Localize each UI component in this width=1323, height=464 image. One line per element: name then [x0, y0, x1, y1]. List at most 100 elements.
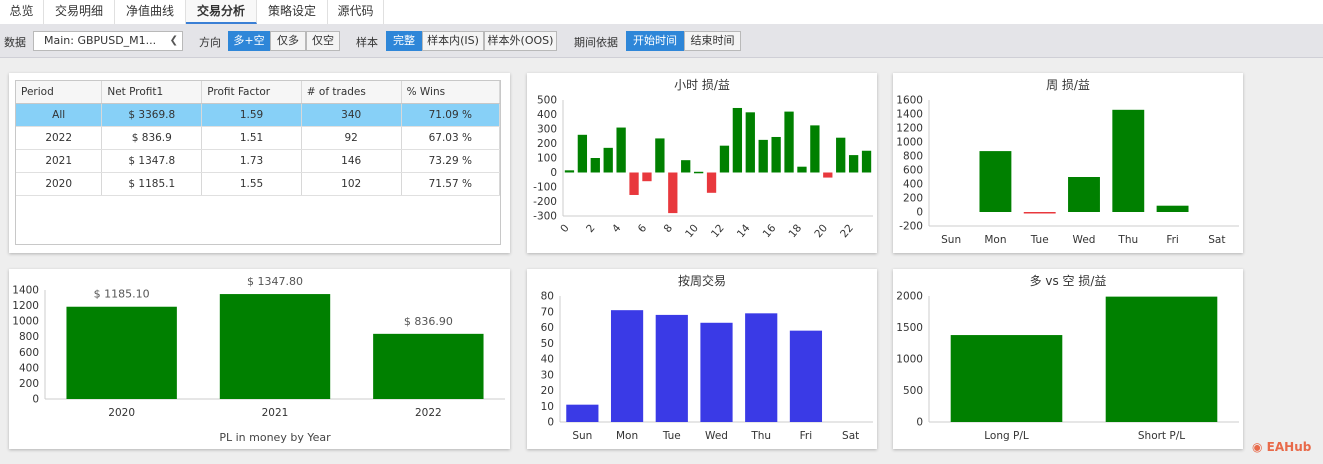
y-tick-label: 400: [19, 362, 39, 374]
table-cell: 1.51: [201, 126, 302, 150]
stats-header-cell[interactable]: Profit Factor: [201, 81, 302, 104]
x-tick-label: 14: [735, 222, 753, 240]
x-tick-label: 6: [636, 222, 650, 235]
chart-bar: [848, 155, 859, 173]
chart-title: 按周交易: [678, 273, 726, 288]
direction-both-button[interactable]: 多+空: [228, 31, 270, 51]
y-tick-label: -100: [533, 182, 557, 194]
chart-bar: [642, 172, 652, 182]
chart-bar: [66, 306, 177, 399]
chart-bar: [681, 160, 691, 173]
chart-bar: [979, 151, 1012, 212]
eahub-watermark: ◉ EAHub: [1252, 440, 1311, 454]
x-tick-label: 16: [761, 222, 779, 240]
y-tick-label: 200: [537, 138, 557, 150]
stats-table: Period Net Profit1 Profit Factor # of trade…: [15, 80, 501, 245]
y-tick-label: 600: [903, 165, 923, 177]
chart-title: 多 vs 空 损/益: [1030, 274, 1107, 288]
stats-header-cell[interactable]: % Wins: [401, 81, 501, 104]
stats-header-cell[interactable]: Net Profit1: [101, 81, 203, 104]
chart-bar: [745, 112, 755, 173]
table-row[interactable]: All $ 3369.8 1.59 340 71.09 %: [16, 103, 501, 127]
direction-long-button[interactable]: 仅多: [270, 31, 306, 51]
y-tick-label: 80: [541, 291, 554, 303]
weekly-pl-chart: 周 损/益 1600 1400 1200 1000 800 600 400 200 0 -200 Su…: [896, 78, 1239, 246]
x-tick-label: 22: [838, 222, 856, 240]
chart-title: PL in money by Year: [219, 431, 331, 444]
x-tick-label: Wed: [1073, 234, 1096, 246]
y-tick-label: 0: [550, 167, 557, 179]
chart-bar: [590, 158, 600, 173]
chart-bar: [603, 147, 613, 173]
chart-bar: [797, 166, 807, 173]
tab-1[interactable]: 交易明细: [44, 0, 115, 24]
y-tick-label: 70: [541, 306, 554, 318]
stats-header-cell[interactable]: Period: [16, 81, 103, 104]
table-cell: 67.03 %: [401, 126, 501, 150]
y-tick-label: 0: [547, 417, 554, 429]
data-label: 数据: [4, 36, 26, 49]
chart-bar: [950, 335, 1063, 422]
x-tick-label: Short P/L: [1138, 430, 1185, 442]
chart-bar: [655, 138, 665, 173]
dataset-value: Main: GBPUSD_M1...: [44, 34, 157, 47]
dataset-select[interactable]: Main: GBPUSD_M1... ❮: [33, 31, 183, 51]
tab-5[interactable]: 源代码: [328, 0, 384, 24]
chart-bar: [706, 172, 717, 193]
stats-header-cell[interactable]: # of trades: [301, 81, 402, 104]
x-tick-label: Sun: [572, 430, 592, 442]
sample-oos-button[interactable]: 样本外(OOS): [484, 31, 557, 51]
table-cell: 1.59: [201, 103, 302, 127]
tab-bar: 总览 交易明细 净值曲线 交易分析 策略设定 源代码: [0, 0, 1323, 25]
y-tick-label: 1000: [12, 316, 39, 328]
sample-full-button[interactable]: 完整: [386, 31, 422, 51]
tab-3[interactable]: 交易分析: [186, 0, 257, 24]
x-tick-label: 18: [786, 222, 804, 240]
chart-bar: [732, 107, 743, 173]
x-tick-label: Sat: [1208, 234, 1225, 246]
sample-is-button[interactable]: 样本内(IS): [422, 31, 484, 51]
tab-2[interactable]: 净值曲线: [115, 0, 186, 24]
chart-bar: [610, 310, 644, 422]
stats-header-row: Period Net Profit1 Profit Factor # of trade…: [16, 81, 501, 104]
eahub-text: EAHub: [1266, 440, 1312, 454]
chart-bar: [719, 145, 730, 173]
y-tick-label: 200: [903, 193, 923, 205]
period-start-button[interactable]: 开始时间: [626, 31, 684, 51]
x-tick-label: Tue: [1030, 234, 1049, 246]
long-short-panel: 多 vs 空 损/益 2000 1500 1000 500 0 Long P/L Short …: [893, 269, 1243, 449]
x-tick-label: Mon: [984, 234, 1006, 246]
x-tick-label: Wed: [705, 430, 728, 442]
y-tick-label: 800: [19, 331, 39, 343]
y-tick-label: 1200: [896, 123, 923, 135]
table-row[interactable]: 2020 $ 1185.1 1.55 102 71.57 %: [16, 172, 501, 196]
y-tick-label: 100: [537, 153, 557, 165]
tab-0[interactable]: 总览: [0, 0, 44, 24]
chart-bar: [700, 322, 733, 422]
y-tick-label: -200: [533, 196, 557, 208]
table-cell: $ 1185.1: [101, 172, 203, 196]
table-row[interactable]: 2021 $ 1347.8 1.73 146 73.29 %: [16, 149, 501, 173]
y-tick-label: 1500: [896, 322, 923, 334]
data-label: $ 1347.80: [247, 275, 303, 288]
table-cell: $ 3369.8: [101, 103, 203, 127]
table-row[interactable]: 2022 $ 836.9 1.51 92 67.03 %: [16, 126, 501, 150]
x-tick-label: Fri: [1166, 234, 1179, 246]
chart-bar: [1112, 109, 1145, 212]
chart-bar: [771, 136, 781, 173]
x-tick-label: 20: [812, 222, 830, 240]
chart-bar: [1156, 205, 1189, 212]
y-tick-label: 40: [541, 354, 554, 366]
table-cell: All: [16, 103, 103, 127]
x-tick-label: Fri: [800, 430, 813, 442]
trades-by-day-panel: 按周交易 80 70 60 50 40 30 20 10 0 Sun Mon Tue Wed Thu Fri S…: [527, 269, 877, 449]
period-end-button[interactable]: 结束时间: [684, 31, 741, 51]
x-tick-label: 10: [683, 222, 701, 240]
chart-bar: [745, 313, 778, 422]
x-tick-label: 2021: [262, 407, 289, 419]
tab-4[interactable]: 策略设定: [257, 0, 328, 24]
table-cell: 92: [301, 126, 402, 150]
data-label: $ 836.90: [404, 315, 453, 328]
table-cell: 71.09 %: [401, 103, 501, 127]
direction-short-button[interactable]: 仅空: [306, 31, 340, 51]
